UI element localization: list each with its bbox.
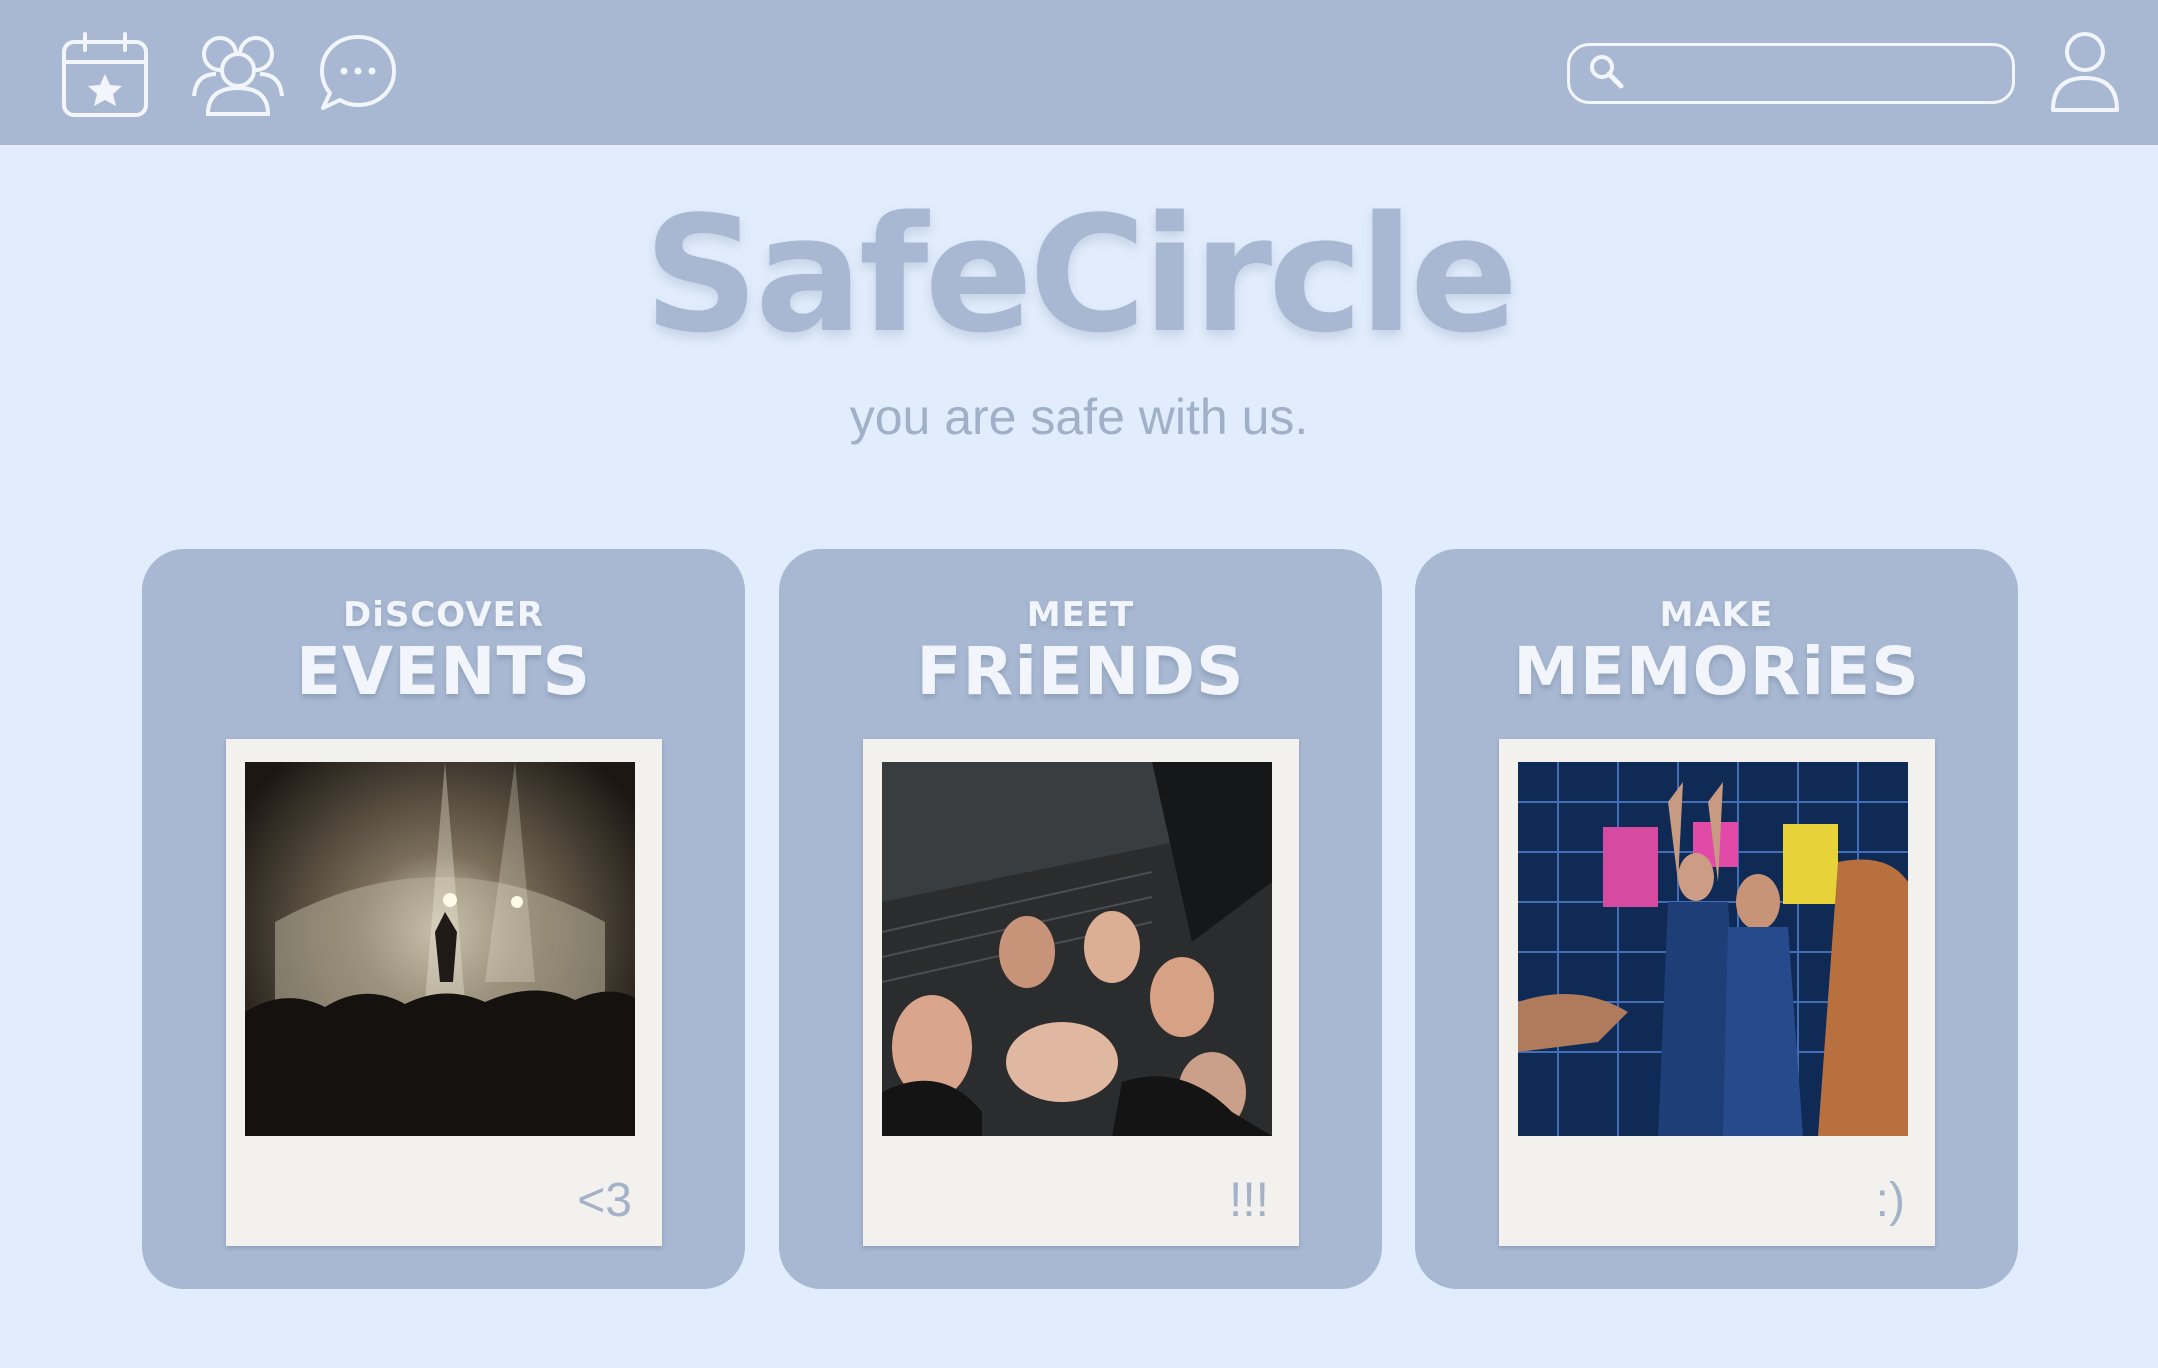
search-input[interactable] [1626,45,2012,102]
concert-photo [245,762,635,1136]
tagline: you are safe with us. [849,389,1309,445]
card-kicker: DiSCOVER [342,595,545,635]
card-kicker: MEET [1026,595,1135,635]
app-logo: SafeCircle [643,181,1519,368]
memories-photo [1518,762,1908,1136]
search-bar[interactable] [1567,43,2015,104]
polaroid-caption: <3 [577,1174,632,1227]
profile-icon[interactable] [2050,30,2120,116]
polaroid-caption: :) [1875,1174,1905,1227]
chat-bubble-icon[interactable] [318,33,398,117]
search-icon [1588,53,1626,95]
calendar-star-icon[interactable] [61,32,149,122]
card-kicker: MAKE [1659,595,1774,635]
card-title: MEMORiES [1513,633,1920,710]
make-memories-card[interactable]: MAKE MEMORiES:) [1415,549,2018,1289]
card-title: EVENTS [295,633,592,710]
discover-events-card[interactable]: DiSCOVER EVENTS <3 [142,549,745,1289]
polaroid-caption: !!! [1228,1174,1269,1227]
friends-icon[interactable] [190,30,286,120]
friends-photo [882,762,1272,1136]
polaroid-frame: <3 [226,739,662,1246]
polaroid-frame: !!! [863,739,1299,1246]
polaroid-frame: :) [1499,739,1935,1246]
card-title: FRiENDS [916,633,1245,710]
meet-friends-card[interactable]: MEET FRiENDS !!! [779,549,1382,1289]
top-nav-bar [0,0,2158,145]
